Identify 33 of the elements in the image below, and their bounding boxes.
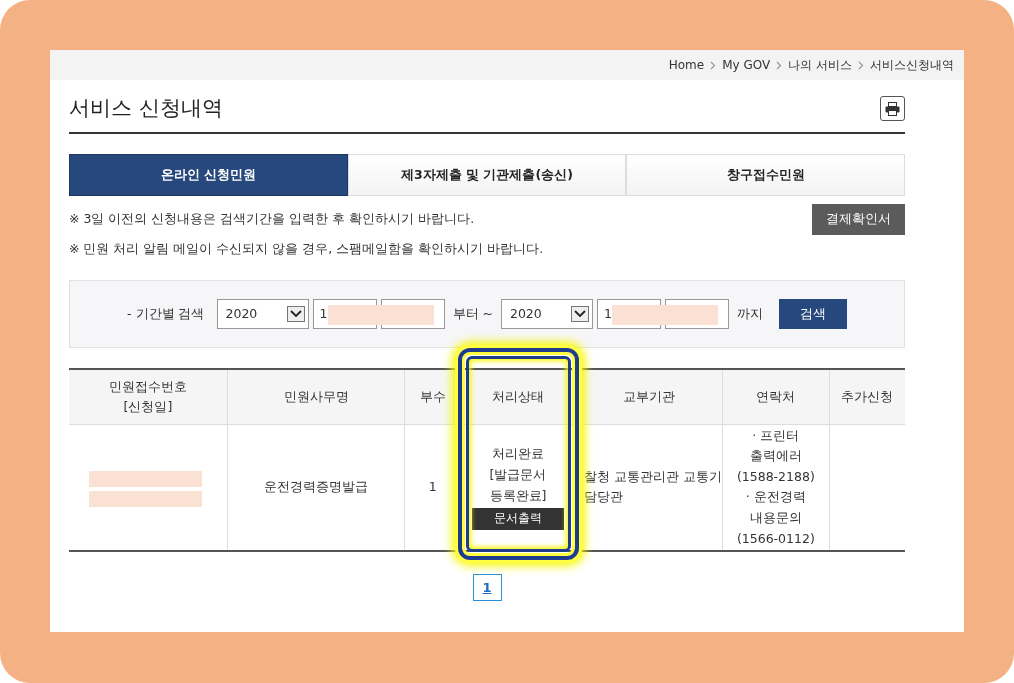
date-field[interactable]: 1 (312, 299, 377, 329)
page-title: 서비스 신청내역 (69, 96, 223, 122)
dropdown-icon (570, 306, 589, 322)
print-button[interactable] (880, 96, 905, 121)
status-text: 처리완료 [발급문서 등록완료] (489, 445, 547, 505)
column-header: 민원접수번호 [신청일] (69, 369, 228, 424)
receipt-button[interactable]: 결제확인서 (812, 204, 905, 235)
tab[interactable]: 온라인 신청민원 (69, 154, 348, 196)
dropdown-icon (286, 306, 305, 322)
column-header: 연락처 (722, 369, 830, 424)
breadcrumb-link[interactable]: Home (668, 56, 705, 74)
notice-text: ※ 민원 처리 알림 메일이 수신되지 않을 경우, 스팸메일함을 확인하시기 바랍니다. (69, 240, 544, 258)
chevron-icon (710, 60, 717, 70)
breadcrumb-link[interactable]: 나의 서비스 (788, 56, 852, 74)
column-header: 민원사무명 (227, 369, 405, 424)
tab[interactable]: 제3자제출 및 기관제출(송신) (347, 154, 627, 196)
column-header: 추가신청 (829, 369, 905, 424)
search-label: - 기간별 검색 (127, 304, 205, 323)
search-button[interactable]: 검색 (778, 299, 847, 329)
page-button[interactable]: 1 (472, 574, 502, 602)
year-select[interactable]: 2020 (500, 299, 593, 329)
print-document-button[interactable]: 문서출력 (472, 508, 565, 531)
chevron-icon (776, 60, 783, 70)
breadcrumb-link[interactable]: 서비스신청내역 (870, 56, 954, 74)
date-field[interactable]: 1 (596, 299, 661, 329)
chevron-icon (858, 60, 864, 70)
range-label: 부터 ~ (452, 304, 493, 323)
notice-text: ※ 3일 이전의 신청내용은 검색기간을 입력한 후 확인하시기 바랍니다. (69, 210, 476, 228)
range-label: 까지 (736, 304, 763, 323)
printer-icon (885, 101, 900, 116)
year-select[interactable]: 2020 (216, 299, 309, 329)
tab[interactable]: 창구접수민원 (626, 154, 905, 196)
breadcrumb-link[interactable]: My GOV (722, 56, 771, 74)
